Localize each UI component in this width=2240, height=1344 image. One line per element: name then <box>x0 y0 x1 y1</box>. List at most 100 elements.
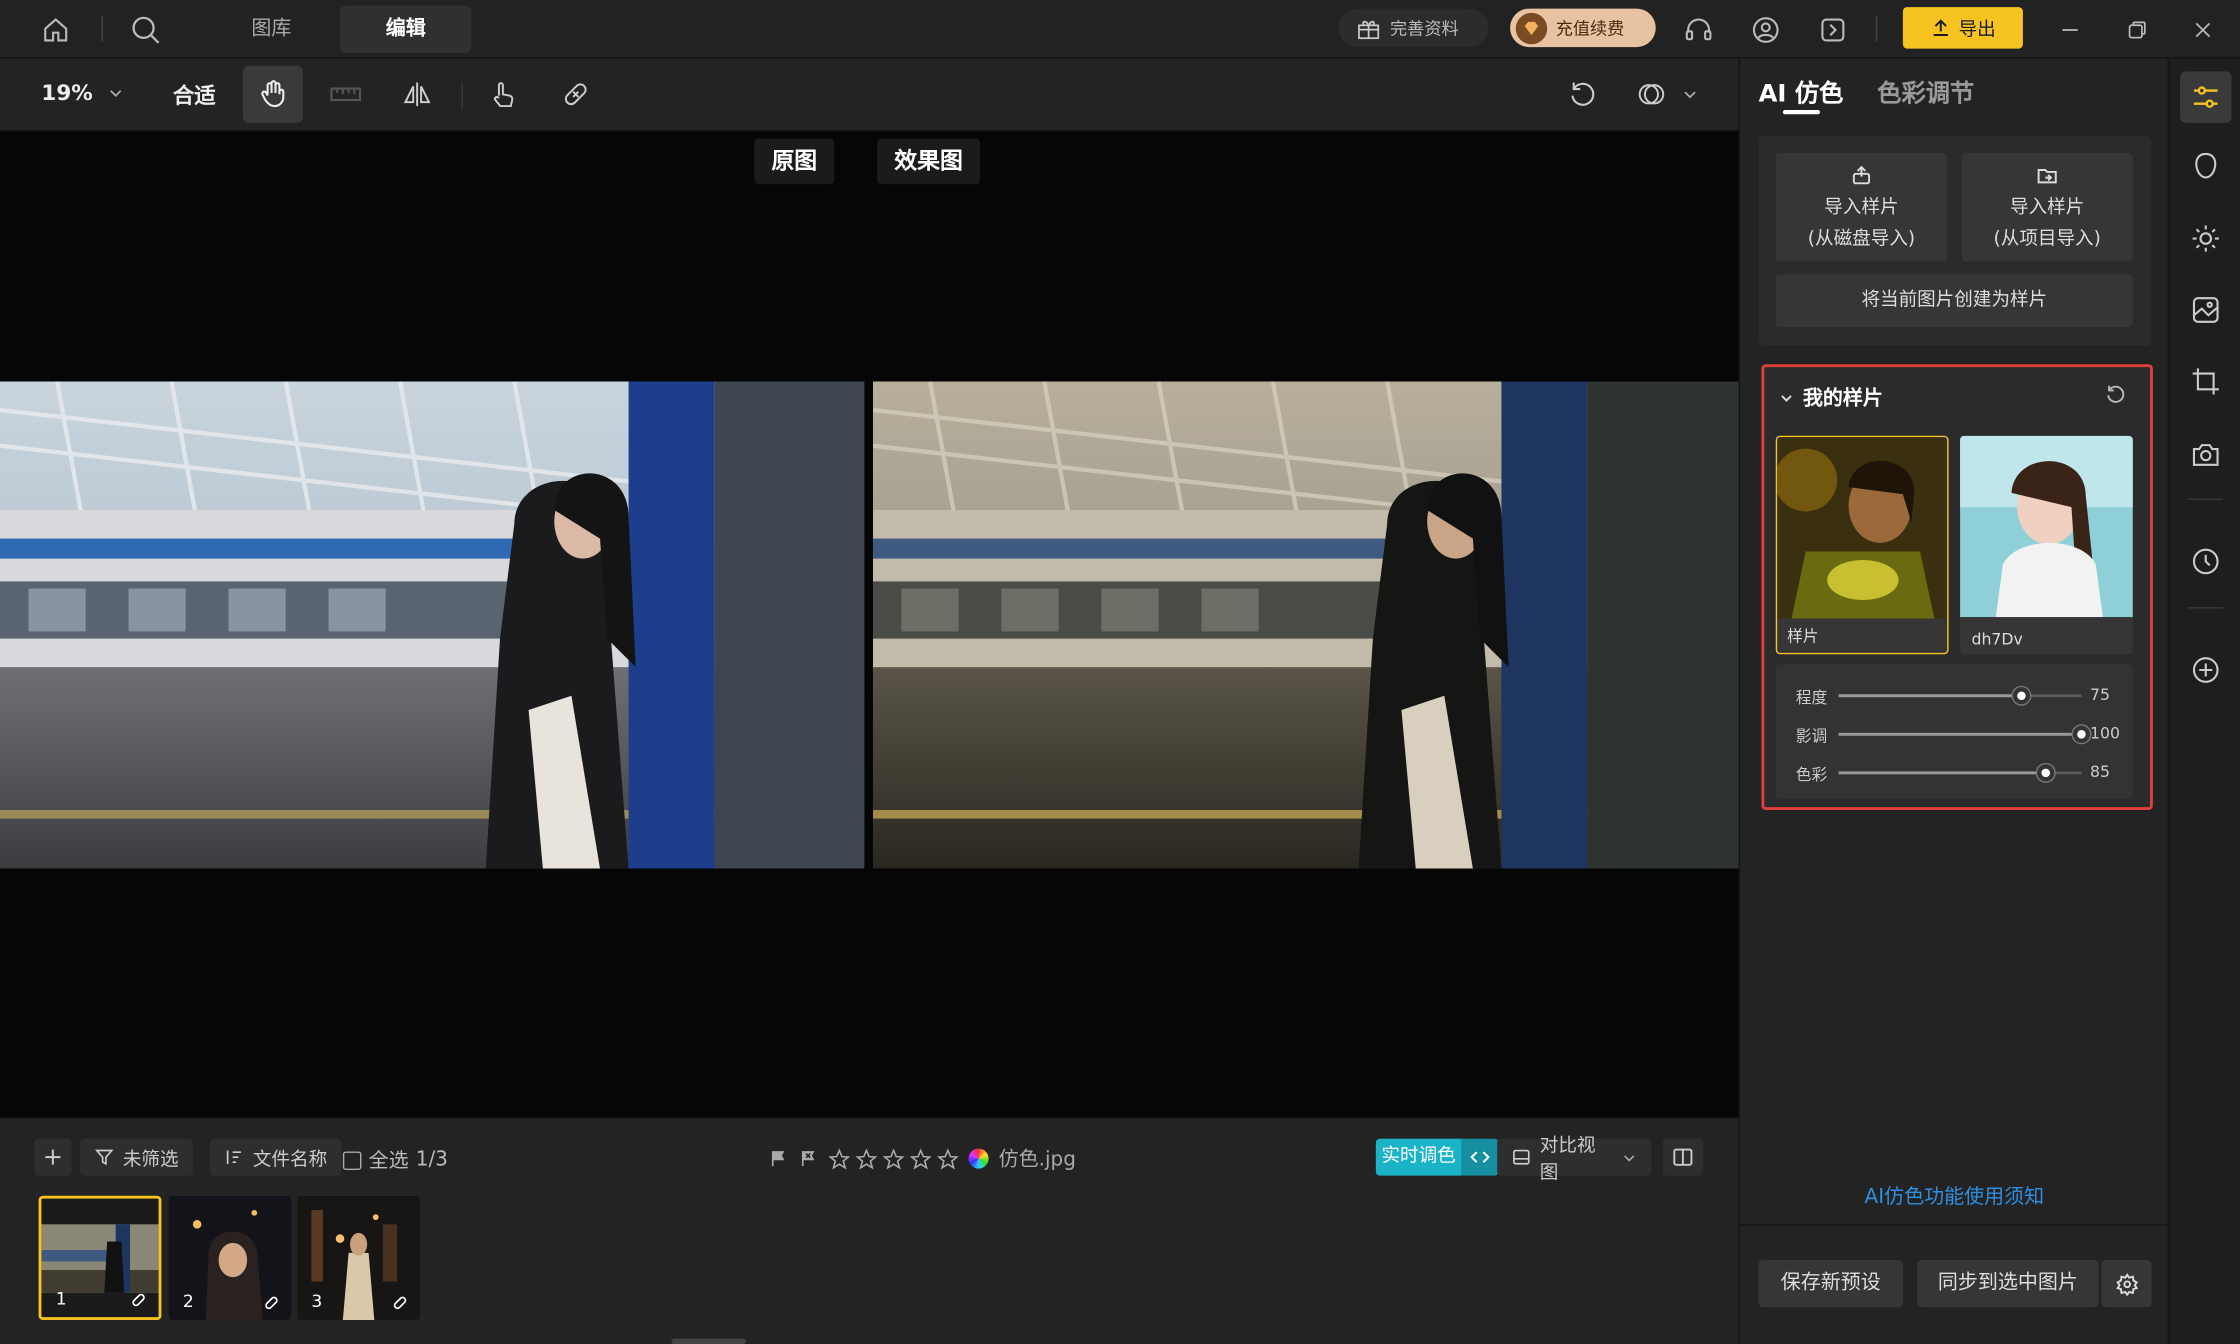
sun-icon[interactable] <box>2180 213 2231 264</box>
complete-profile-button[interactable]: 完善资料 <box>1338 8 1489 48</box>
thumbnail-1[interactable]: 1 <box>38 1195 162 1321</box>
sort-button[interactable]: 文件名称 <box>210 1138 342 1176</box>
star-rating[interactable] <box>828 1147 959 1169</box>
layers-icon <box>1638 84 1665 105</box>
tool-rail <box>2168 58 2240 1344</box>
export-button[interactable]: 导出 <box>1902 7 2023 49</box>
star-icon[interactable] <box>828 1147 851 1169</box>
tab-ai-color[interactable]: AI 仿色 <box>1759 73 1844 109</box>
slider-knob[interactable] <box>2036 764 2054 782</box>
star-icon[interactable] <box>937 1147 959 1169</box>
realtime-label: 实时调色 <box>1375 1138 1462 1176</box>
split-view-icon[interactable] <box>1662 1138 1703 1176</box>
sample-card-2[interactable]: dh7Dv <box>1960 435 2133 655</box>
search-icon[interactable] <box>129 13 163 47</box>
zoom-value: 19% <box>41 80 93 106</box>
import-from-disk-button[interactable]: 导入样片 (从磁盘导入) <box>1775 152 1948 262</box>
filmstrip-scrollbar[interactable] <box>671 1338 746 1344</box>
zoom-select[interactable]: 19% <box>41 80 124 106</box>
touch-icon[interactable] <box>473 66 533 123</box>
slider-track[interactable] <box>1838 725 2091 743</box>
flag-icon[interactable] <box>769 1149 789 1169</box>
divider <box>2188 498 2223 501</box>
slider-value: 75 <box>2090 685 2111 705</box>
original-photo <box>0 381 865 869</box>
add-circle-icon[interactable] <box>2180 644 2231 695</box>
create-sample-button[interactable]: 将当前图片创建为样片 <box>1775 274 2133 328</box>
star-icon[interactable] <box>855 1147 878 1169</box>
divider <box>461 82 463 109</box>
user-icon[interactable] <box>1749 13 1783 47</box>
realtime-toggle[interactable]: 实时调色 <box>1375 1138 1499 1176</box>
thumbnail-number: 3 <box>311 1291 323 1312</box>
recharge-button[interactable]: 充值续费 <box>1510 8 1656 48</box>
sample-card-1[interactable]: 样片 <box>1775 435 1949 655</box>
thumbnail-3[interactable]: 3 <box>297 1195 421 1321</box>
fit-button[interactable]: 合适 <box>173 80 216 110</box>
chevron-down-icon <box>1624 1154 1635 1161</box>
home-icon[interactable] <box>39 13 73 47</box>
sliders-icon[interactable] <box>2180 71 2232 123</box>
slider-track[interactable] <box>1838 687 2082 705</box>
sample-image <box>1777 437 1946 619</box>
save-preset-button[interactable]: 保存新预设 <box>1758 1260 1903 1308</box>
import-card: 导入样片 (从磁盘导入) 导入样片 (从项目导入) 将当前图片创建为样片 <box>1758 135 2152 346</box>
original-label[interactable]: 原图 <box>754 138 835 185</box>
chevron-down-icon <box>1781 394 1792 402</box>
thumbnail-2[interactable]: 2 <box>168 1195 292 1321</box>
star-icon[interactable] <box>910 1147 932 1169</box>
adjust-panel: AI 仿色 色彩调节 导入样片 (从磁盘导入) 导入样片 (从项目导入) 将当前… <box>1738 58 2169 1344</box>
tab-library[interactable]: 图库 <box>229 6 315 53</box>
image-canvas[interactable]: 原图 效果图 <box>0 131 1739 1118</box>
edit-icon <box>130 1291 147 1308</box>
face-icon[interactable] <box>2180 140 2231 191</box>
bandage-icon[interactable] <box>546 66 606 123</box>
sample-label: 样片 <box>1787 627 1819 646</box>
close-icon[interactable] <box>2186 13 2220 47</box>
flip-icon[interactable] <box>387 66 447 123</box>
star-icon[interactable] <box>882 1147 905 1169</box>
code-icon <box>1461 1138 1499 1176</box>
select-all-checkbox[interactable]: 全选 1/3 <box>342 1146 448 1175</box>
image-adjust-icon[interactable] <box>2180 284 2231 335</box>
effect-label[interactable]: 效果图 <box>877 138 981 185</box>
headset-icon[interactable] <box>1681 13 1715 47</box>
selection-count: 1/3 <box>415 1148 448 1172</box>
logout-icon[interactable] <box>1816 13 1850 47</box>
reject-flag-icon[interactable] <box>799 1149 819 1169</box>
tab-edit[interactable]: 编辑 <box>340 5 472 53</box>
slider-knob[interactable] <box>2012 687 2030 705</box>
my-samples-header[interactable]: 我的样片 <box>1779 383 1883 412</box>
add-button[interactable] <box>34 1138 72 1176</box>
thumbnail-number: 2 <box>182 1291 194 1312</box>
folder-import-icon <box>2037 169 2057 184</box>
chevron-down-icon <box>109 90 122 97</box>
settings-icon[interactable] <box>2101 1260 2152 1308</box>
history-icon[interactable] <box>2180 536 2231 587</box>
import-from-project-button[interactable]: 导入样片 (从项目导入) <box>1961 152 2133 262</box>
complete-profile-label: 完善资料 <box>1390 18 1459 39</box>
minimize-icon[interactable] <box>2053 13 2087 47</box>
select-all-label: 全选 <box>368 1150 409 1173</box>
help-link[interactable]: AI仿色功能使用须知 <box>1740 1181 2169 1210</box>
reset-icon[interactable] <box>2104 383 2127 406</box>
filter-button[interactable]: 未筛选 <box>80 1138 193 1176</box>
slider-track[interactable] <box>1838 764 2082 782</box>
history-menu[interactable] <box>1624 66 1710 123</box>
compare-view-select[interactable]: 对比视图 <box>1497 1136 1652 1184</box>
sample-label: dh7Dv <box>1971 630 2023 649</box>
sync-button[interactable]: 同步到选中图片 <box>1917 1260 2099 1308</box>
gift-icon <box>1358 20 1380 39</box>
my-samples-title: 我的样片 <box>1802 387 1883 411</box>
ruler-icon[interactable] <box>316 66 376 123</box>
restore-icon[interactable] <box>2120 13 2154 47</box>
crop-icon[interactable] <box>2180 356 2231 407</box>
camera-icon[interactable] <box>2180 429 2231 480</box>
undo-icon[interactable] <box>1553 66 1613 123</box>
tab-color-adjust[interactable]: 色彩调节 <box>1877 73 1974 109</box>
slider-knob[interactable] <box>2072 725 2091 743</box>
hand-tool-icon[interactable] <box>242 65 303 123</box>
filmstrip-bar: 未筛选 文件名称 全选 1/3 仿色.jpg 实时调色 对比视图 1 2 3 <box>0 1117 1739 1344</box>
chevron-down-icon <box>1684 91 1696 99</box>
slider-row: 影调 100 <box>1796 723 2139 745</box>
